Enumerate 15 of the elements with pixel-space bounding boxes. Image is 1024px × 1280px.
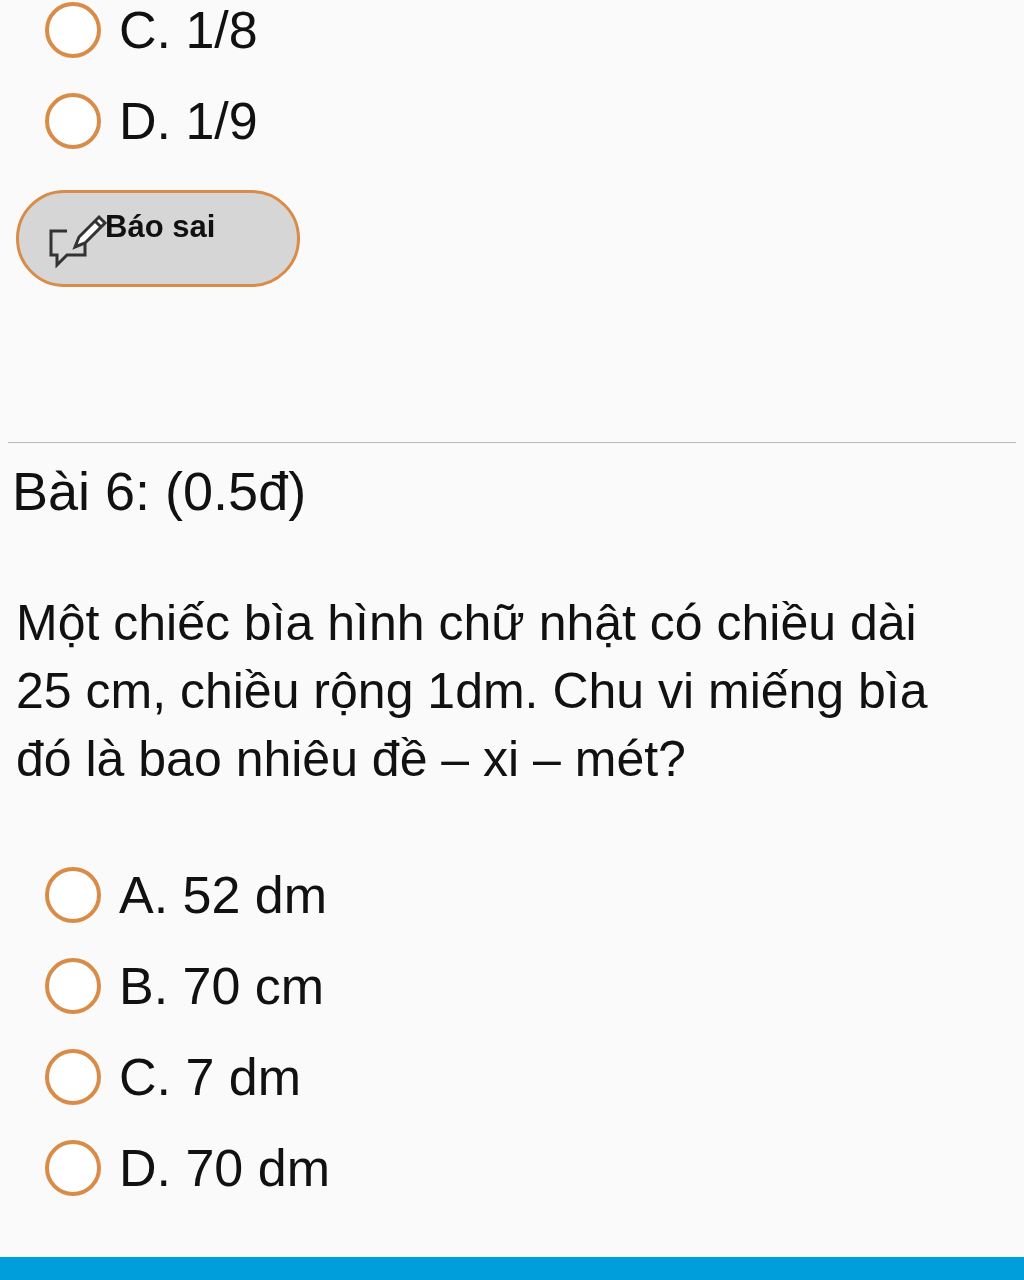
option-label: D. 1/9: [119, 90, 258, 151]
radio-button[interactable]: [45, 1048, 101, 1105]
option-label: C. 7 dm: [119, 1046, 302, 1107]
option-label: B. 70 cm: [119, 955, 325, 1016]
option-label: A. 52 dm: [119, 864, 328, 925]
report-button[interactable]: Báo sai: [16, 190, 300, 287]
radio-button[interactable]: [45, 1139, 101, 1196]
radio-button[interactable]: [45, 1, 101, 58]
option-label: D. 70 dm: [119, 1137, 330, 1198]
question-title: Bài 6: (0.5đ): [12, 461, 308, 521]
radio-button[interactable]: [45, 957, 101, 1014]
radio-button[interactable]: [45, 866, 101, 923]
question-text: Một chiếc bìa hình chữ nhật có chiều dài 25 cm, chiều rộng 1dm. Chu vi miếng bìa đó là bao nhiêu đề – xi – mét?: [16, 594, 929, 789]
radio-button[interactable]: [45, 92, 101, 149]
option-label: C. 1/8: [119, 0, 258, 60]
